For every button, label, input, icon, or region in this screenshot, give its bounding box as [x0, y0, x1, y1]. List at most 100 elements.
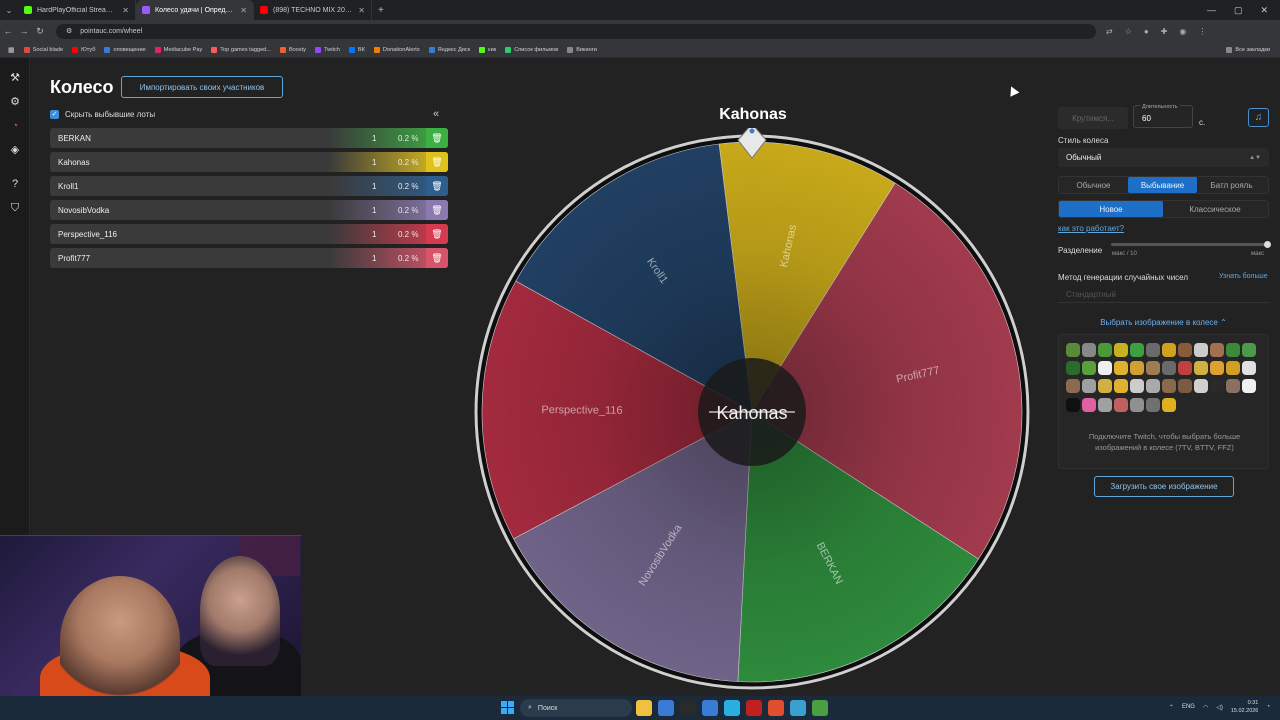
- apps-grid-icon[interactable]: ▦: [8, 46, 15, 54]
- mode-tab[interactable]: Обычное: [1059, 177, 1128, 193]
- emote-option-icon[interactable]: [1194, 343, 1208, 357]
- emote-option-icon[interactable]: [1194, 361, 1208, 376]
- emote-option-icon[interactable]: [1066, 397, 1080, 412]
- emote-option-icon[interactable]: [1146, 379, 1160, 394]
- taskbar-app-icon[interactable]: [724, 700, 740, 716]
- maximize-icon[interactable]: ▢: [1234, 5, 1243, 16]
- taskbar-app-icon[interactable]: [680, 700, 696, 716]
- taskbar-app-icon[interactable]: [702, 700, 718, 716]
- emote-option-icon[interactable]: [1162, 343, 1176, 357]
- emote-option-icon[interactable]: [1162, 397, 1176, 412]
- emote-option-icon[interactable]: [1098, 343, 1112, 357]
- forward-icon[interactable]: →: [16, 26, 32, 36]
- emote-option-icon[interactable]: [1226, 379, 1240, 394]
- minimize-icon[interactable]: —: [1207, 5, 1216, 16]
- emote-option-icon[interactable]: [1146, 343, 1160, 357]
- collapse-panel-icon[interactable]: «: [433, 108, 439, 120]
- close-tab-icon[interactable]: ✕: [122, 6, 129, 15]
- emote-option-icon[interactable]: [1130, 343, 1144, 357]
- emote-option-icon[interactable]: [1130, 379, 1144, 394]
- emote-option-icon[interactable]: [1082, 343, 1096, 357]
- bookmark-item[interactable]: Список фильмов: [505, 46, 558, 53]
- emote-option-icon[interactable]: [1130, 361, 1144, 376]
- menu-icon[interactable]: ⋮: [1198, 27, 1206, 36]
- wifi-icon[interactable]: ◠: [1203, 704, 1208, 711]
- close-window-icon[interactable]: ✕: [1260, 5, 1268, 16]
- browser-tab[interactable]: (898) TECHNO MIX 2026 🔥 ✕: [254, 0, 372, 20]
- rng-method-select[interactable]: Стандартный: [1058, 286, 1269, 303]
- close-tab-icon[interactable]: ✕: [358, 6, 365, 15]
- close-tab-icon[interactable]: ✕: [240, 6, 247, 15]
- lot-row[interactable]: Kroll1 1 0.2 % 🗑: [50, 176, 448, 196]
- split-slider[interactable]: [1111, 241, 1271, 248]
- emote-option-icon[interactable]: [1098, 397, 1112, 412]
- clock[interactable]: 0:31 15.02.2026: [1231, 699, 1259, 715]
- site-info-icon[interactable]: ⚙: [66, 27, 72, 35]
- emote-option-icon[interactable]: [1162, 361, 1176, 376]
- taskbar-app-icon[interactable]: [812, 700, 828, 716]
- emote-option-icon[interactable]: [1178, 379, 1192, 394]
- emote-option-icon[interactable]: [1178, 343, 1192, 357]
- bookmark-item[interactable]: Mediacube Pay: [154, 46, 202, 53]
- delete-lot-icon[interactable]: 🗑: [426, 200, 448, 220]
- emote-option-icon[interactable]: [1130, 397, 1144, 412]
- start-icon[interactable]: [501, 701, 514, 714]
- bookmark-item[interactable]: Ютуб: [72, 46, 95, 53]
- spin-button[interactable]: Крутимся...: [1058, 107, 1128, 129]
- emote-option-icon[interactable]: [1226, 343, 1240, 357]
- extensions-puzzle-icon[interactable]: ✚: [1161, 27, 1168, 36]
- bookmark-item[interactable]: оповещение: [104, 46, 146, 53]
- taskbar-app-icon[interactable]: [636, 700, 652, 716]
- translate-icon[interactable]: ⇄: [1106, 27, 1113, 36]
- prize-wheel[interactable]: KahonasProfit777BERKANNovosibVodkaPerspe…: [474, 128, 1034, 694]
- volume-icon[interactable]: ◁): [1216, 704, 1223, 711]
- extension-icon[interactable]: ●: [1144, 27, 1149, 36]
- bookmark-item[interactable]: Яндекс Диск: [428, 46, 470, 53]
- shield-icon[interactable]: ⛉: [9, 202, 21, 214]
- mode-tab[interactable]: Классическое: [1163, 201, 1267, 217]
- bookmark-item[interactable]: Twitch: [315, 46, 340, 53]
- taskbar-search[interactable]: ⌕ Поиск: [520, 699, 632, 717]
- notification-icon[interactable]: ◔: [1266, 704, 1270, 710]
- taskbar-app-icon[interactable]: [746, 700, 762, 716]
- lot-row[interactable]: Kahonas 1 0.2 % 🗑: [50, 152, 448, 172]
- settings-icon[interactable]: ⚙: [9, 96, 21, 108]
- upload-image-button[interactable]: Загрузить свое изображение: [1094, 476, 1234, 497]
- taskbar-app-icon[interactable]: [790, 700, 806, 716]
- emote-option-icon[interactable]: [1098, 379, 1112, 394]
- emote-option-icon[interactable]: [1146, 361, 1160, 376]
- emote-option-icon[interactable]: [1194, 379, 1208, 394]
- emote-option-icon[interactable]: [1210, 343, 1224, 357]
- taskbar-app-icon[interactable]: [768, 700, 784, 716]
- emote-option-icon[interactable]: [1210, 379, 1224, 394]
- delete-lot-icon[interactable]: 🗑: [426, 248, 448, 268]
- all-bookmarks[interactable]: Все закладки: [1226, 46, 1280, 53]
- delete-lot-icon[interactable]: 🗑: [426, 224, 448, 244]
- lot-row[interactable]: Profit777 1 0.2 % 🗑: [50, 248, 448, 268]
- help-icon[interactable]: ?: [9, 178, 21, 190]
- emote-option-icon[interactable]: [1242, 379, 1256, 394]
- rng-learn-more-link[interactable]: Узнать больше: [1219, 273, 1268, 280]
- how-it-works-link[interactable]: как это работает?: [1058, 224, 1124, 233]
- delete-lot-icon[interactable]: 🗑: [426, 128, 448, 148]
- lot-row[interactable]: NovosibVodka 1 0.2 % 🗑: [50, 200, 448, 220]
- emote-option-icon[interactable]: [1082, 361, 1096, 376]
- address-bar[interactable]: ⚙ pointauc.com/wheel: [56, 23, 1096, 39]
- emote-option-icon[interactable]: [1082, 379, 1096, 394]
- emote-option-icon[interactable]: [1114, 397, 1128, 412]
- import-participants-button[interactable]: Импортировать своих участников: [121, 76, 283, 98]
- emote-option-icon[interactable]: [1066, 379, 1080, 394]
- lot-row[interactable]: BERKAN 1 0.2 % 🗑: [50, 128, 448, 148]
- choose-wheel-image-toggle[interactable]: Выбрать изображение в колесе ⌃: [1058, 318, 1269, 327]
- bookmark-star-icon[interactable]: ☆: [1125, 27, 1132, 36]
- bookmark-item[interactable]: ВК: [348, 46, 365, 53]
- lang-indicator[interactable]: ENG: [1182, 704, 1195, 710]
- duration-input[interactable]: Длительность 60: [1133, 104, 1193, 128]
- back-icon[interactable]: ←: [0, 26, 16, 36]
- bookmark-item[interactable]: Social blade: [23, 46, 63, 53]
- tab-search-icon[interactable]: ⌄: [0, 6, 18, 15]
- emote-option-icon[interactable]: [1210, 361, 1224, 376]
- emote-option-icon[interactable]: [1066, 361, 1080, 376]
- emote-option-icon[interactable]: [1226, 361, 1240, 376]
- emote-option-icon[interactable]: [1162, 379, 1176, 394]
